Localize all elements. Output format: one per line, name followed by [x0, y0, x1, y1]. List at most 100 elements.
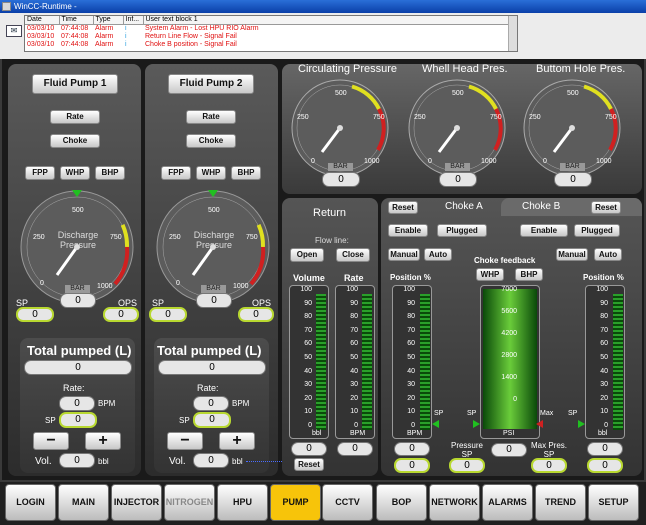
nav-button-setup[interactable]: SETUP: [588, 484, 639, 521]
choke-a-plugged-button[interactable]: Plugged: [437, 224, 487, 237]
pump-2-rate-sp-value[interactable]: 0: [193, 412, 231, 428]
pump-2-rate-button[interactable]: Rate: [186, 110, 236, 124]
max-pres-sp-value[interactable]: 0: [531, 458, 567, 473]
bottom-hole-tick-500: 500: [567, 90, 579, 97]
flow-close-button[interactable]: Close: [336, 248, 370, 262]
scale-tick-label: 30: [350, 381, 358, 389]
scale-tick-label: 70: [350, 326, 358, 334]
alarm-row[interactable]: 03/03/10 07:44:08 Alarm i Choke B positi…: [25, 41, 517, 49]
alarm-type: Alarm: [95, 25, 114, 32]
well-head-pressure-title: Whell Head Pres.: [422, 63, 508, 75]
nav-button-pump[interactable]: PUMP: [270, 484, 321, 521]
circulating-pressure-title: Circulating Pressure: [298, 63, 398, 75]
pump-1-rate-button[interactable]: Rate: [50, 110, 100, 124]
pump-1-rate-unit: BPM: [98, 399, 116, 408]
scale-tick-label: 50: [304, 354, 312, 361]
pump-2-gauge-title: Discharge Pressure: [193, 230, 235, 250]
choke-b-auto-button[interactable]: Auto: [594, 248, 622, 261]
bottom-hole-pressure-title: Buttom Hole Pres.: [536, 63, 626, 75]
flow-open-button[interactable]: Open: [290, 248, 324, 262]
scale-tick-label: 70: [407, 326, 415, 334]
pump-1-sp-value[interactable]: 0: [16, 307, 54, 322]
choke-a-auto-button[interactable]: Auto: [424, 248, 452, 261]
pump-1-tick-1000: 1000: [97, 283, 113, 290]
choke-b-tab-label[interactable]: Choke B: [522, 201, 560, 212]
alarm-scrollbar[interactable]: [508, 16, 517, 51]
choke-b-sp-marker: [578, 420, 585, 428]
nav-button-bop[interactable]: BOP: [376, 484, 427, 521]
scale-tick-label: 100: [596, 286, 608, 293]
pump-1-rate-sp-value[interactable]: 0: [59, 412, 97, 428]
choke-b-enable-button[interactable]: Enable: [520, 224, 568, 237]
nav-button-alarms[interactable]: ALARMS: [482, 484, 533, 521]
alarm-date: 03/03/10: [27, 25, 55, 32]
pump-2-choke-button[interactable]: Choke: [186, 134, 236, 148]
scale-tick-label: 100: [300, 286, 312, 293]
nav-button-network[interactable]: NETWORK: [429, 484, 480, 521]
nav-button-injector[interactable]: INJECTOR: [111, 484, 162, 521]
pump-1-fpp-button[interactable]: FPP: [25, 166, 55, 180]
choke-b-position-sp[interactable]: 0: [587, 458, 623, 473]
nav-button-trend[interactable]: TREND: [535, 484, 586, 521]
well-head-tick-500: 500: [452, 90, 464, 97]
scale-tick-label: 10: [407, 408, 415, 416]
pump-1-ops-value[interactable]: 0: [103, 307, 139, 322]
pump-2-title-button[interactable]: Fluid Pump 2: [168, 74, 254, 94]
app-icon: [2, 2, 11, 11]
pump-2-tick-750: 750: [246, 234, 258, 241]
pump-2-bhp-button[interactable]: BHP: [231, 166, 261, 180]
pump-2-fpp-button[interactable]: FPP: [161, 166, 191, 180]
alarm-table[interactable]: Date Time Type Inf... User text block 1 …: [24, 15, 518, 52]
scale-tick-label: 20: [350, 394, 358, 402]
pump-2-whp-button[interactable]: WHP: [196, 166, 226, 180]
choke-b-plugged-button[interactable]: Plugged: [574, 224, 620, 237]
pump-1-bhp-button[interactable]: BHP: [95, 166, 125, 180]
choke-a-tab-label[interactable]: Choke A: [445, 201, 483, 212]
pump-1-plus-button[interactable]: +: [85, 432, 121, 450]
rate-label: Rate: [344, 273, 364, 283]
scale-tick-label: 20: [600, 394, 608, 402]
choke-b-reset-button[interactable]: Reset: [591, 201, 621, 214]
scale-tick-label: 2800: [501, 352, 517, 359]
alarm-date: 03/03/10: [27, 41, 55, 48]
feedback-bhp-button[interactable]: BHP: [515, 268, 543, 281]
pump-2-tick-250: 250: [169, 234, 181, 241]
scale-tick-label: 90: [600, 299, 608, 307]
choke-a-enable-button[interactable]: Enable: [388, 224, 428, 237]
pump-2-ops-value[interactable]: 0: [238, 307, 274, 322]
pump-1-minus-button[interactable]: −: [33, 432, 69, 450]
alarm-text: System Alarm - Lost HPU RIO Alarm: [145, 25, 259, 32]
feedback-whp-button[interactable]: WHP: [476, 268, 504, 281]
pump-1-tick-250: 250: [33, 234, 45, 241]
pump-2-plus-button[interactable]: +: [219, 432, 255, 450]
nav-button-main[interactable]: MAIN: [58, 484, 109, 521]
choke-a-manual-button[interactable]: Manual: [388, 248, 420, 261]
pressure-sp-value[interactable]: 0: [449, 458, 485, 473]
choke-b-manual-button[interactable]: Manual: [556, 248, 588, 261]
scale-tick-label: 10: [600, 408, 608, 416]
pump-2-sp-value[interactable]: 0: [149, 307, 187, 322]
alarm-acknowledge-icon[interactable]: ✉: [6, 25, 22, 37]
pressure-sp-label: Pressure SP: [450, 441, 483, 459]
pump-1-title-button[interactable]: Fluid Pump 1: [32, 74, 118, 94]
nav-button-cctv[interactable]: CCTV: [322, 484, 373, 521]
scale-tick-label: 90: [350, 299, 358, 307]
pump-1-choke-button[interactable]: Choke: [50, 134, 100, 148]
alarm-row[interactable]: 03/03/10 07:44:08 Alarm i System Alarm -…: [25, 25, 517, 34]
alarm-row[interactable]: 03/03/10 07:44:08 Alarm i Return Line Fl…: [25, 33, 517, 41]
pump-1-vol-value: 0: [59, 453, 95, 468]
nav-button-nitrogen[interactable]: NITROGEN: [164, 484, 215, 521]
pump-2-minus-button[interactable]: −: [167, 432, 203, 450]
scale-tick-label: 60: [304, 340, 312, 348]
nav-button-hpu[interactable]: HPU: [217, 484, 268, 521]
pump-1-whp-button[interactable]: WHP: [60, 166, 90, 180]
choke-a-position-sp[interactable]: 0: [394, 458, 430, 473]
pump-1-gauge-title: Discharge Pressure: [57, 230, 99, 250]
rate-unit: BPM: [350, 430, 366, 437]
choke-b-position-label: Position %: [583, 273, 624, 282]
pump-2-vol-value: 0: [193, 453, 229, 468]
return-reset-button[interactable]: Reset: [294, 458, 324, 471]
choke-a-reset-button[interactable]: Reset: [388, 201, 418, 214]
alarm-info: i: [125, 41, 127, 48]
nav-button-login[interactable]: LOGIN: [5, 484, 56, 521]
